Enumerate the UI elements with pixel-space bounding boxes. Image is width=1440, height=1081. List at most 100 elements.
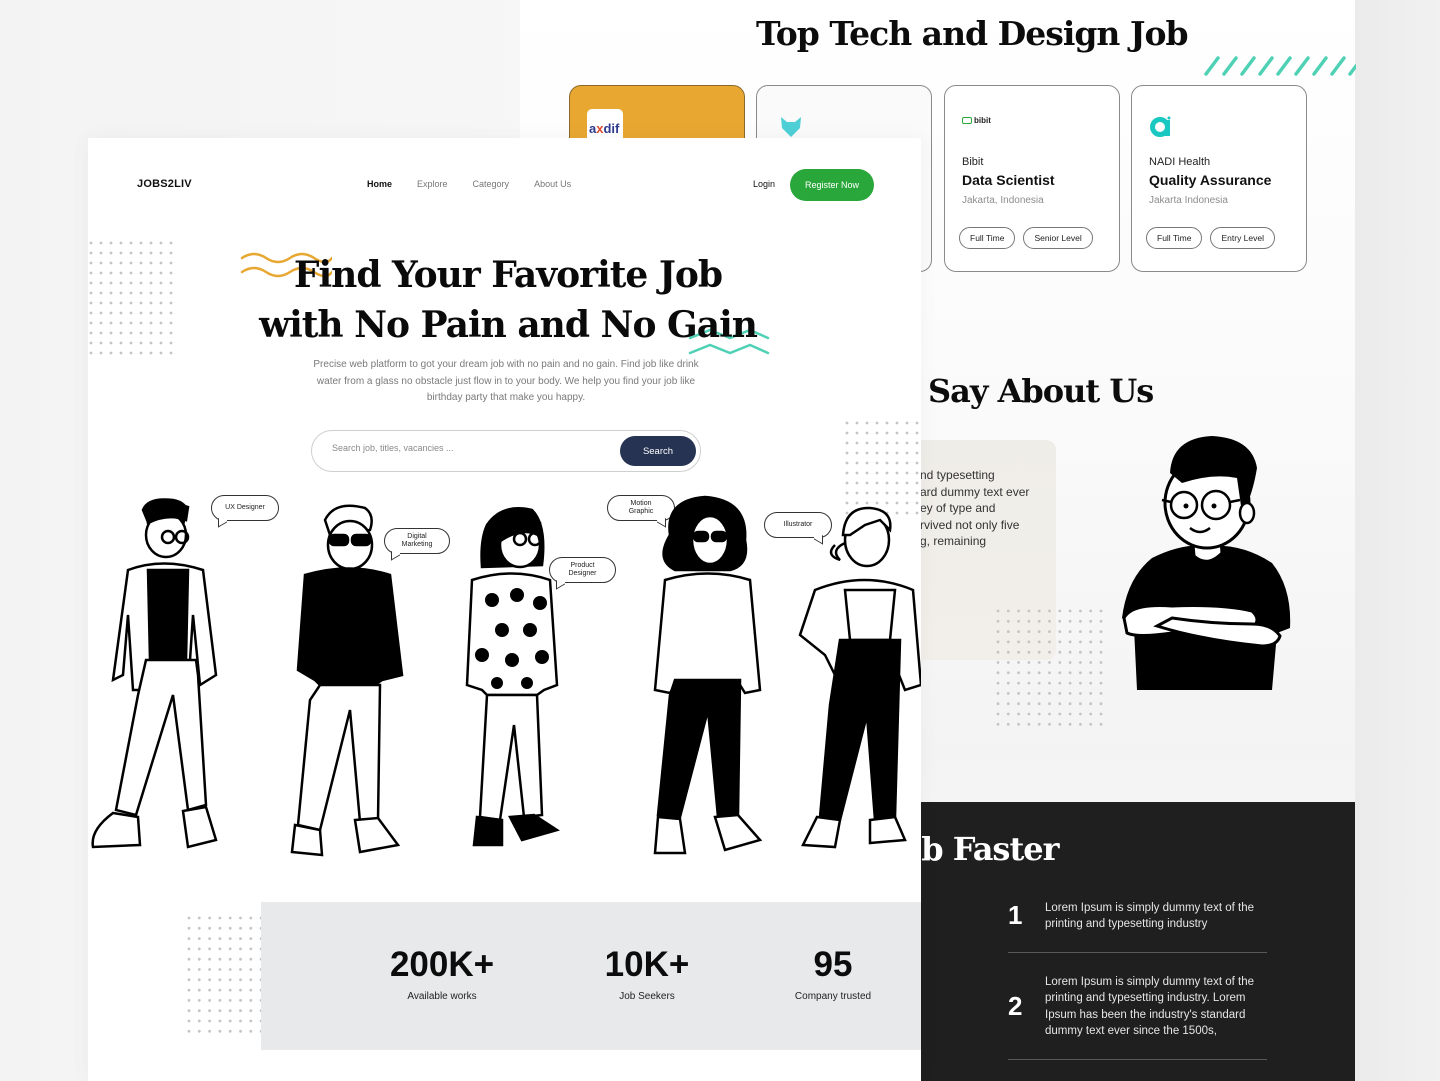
dot <box>885 461 889 465</box>
job-card-nadi-health[interactable]: NADI Health Quality Assurance Jakarta In… <box>1131 85 1307 272</box>
nav-about-us[interactable]: About Us <box>534 179 571 189</box>
dot <box>239 1029 242 1033</box>
dot <box>865 471 869 475</box>
dot <box>208 937 211 940</box>
dot <box>218 968 222 971</box>
dot <box>89 311 93 315</box>
dot <box>218 937 222 940</box>
testimonial-text: nd typesetting ard dummy text ever ey of… <box>920 468 1030 548</box>
dot <box>1099 619 1103 623</box>
dot <box>1017 650 1020 654</box>
dot <box>1099 609 1103 613</box>
dot <box>159 241 163 245</box>
dot <box>1027 692 1031 695</box>
dot <box>1068 640 1072 644</box>
dot <box>1037 619 1041 623</box>
dot <box>1027 702 1031 706</box>
nav-category[interactable]: Category <box>473 179 510 189</box>
dot <box>915 461 919 465</box>
dot <box>915 501 919 505</box>
dot <box>1006 692 1010 695</box>
dot <box>99 301 103 305</box>
dot <box>109 311 113 315</box>
nav-explore[interactable]: Explore <box>417 179 448 189</box>
dot <box>915 491 919 495</box>
job-location: Jakarta, Indonesia <box>962 195 1044 206</box>
dot <box>249 999 253 1002</box>
dot <box>239 968 242 971</box>
dot <box>1079 681 1082 685</box>
bibit-logo-text: bibit <box>974 116 991 125</box>
dot <box>885 441 889 445</box>
search-button[interactable]: Search <box>620 436 696 466</box>
dot <box>218 1029 222 1033</box>
dot <box>197 999 201 1002</box>
dot <box>149 251 153 255</box>
dot <box>996 630 1000 633</box>
dot <box>159 311 163 315</box>
dot <box>119 281 123 285</box>
register-button[interactable]: Register Now <box>790 169 874 201</box>
dot <box>905 461 909 465</box>
dot <box>1058 722 1062 726</box>
job-card-bibit[interactable]: bibit Bibit Data Scientist Jakarta, Indo… <box>944 85 1120 272</box>
dot <box>1079 692 1082 695</box>
dot <box>149 311 153 315</box>
dot <box>159 271 163 275</box>
dot <box>1058 661 1062 664</box>
dot <box>197 978 201 982</box>
dot <box>197 916 201 920</box>
dot <box>855 471 859 475</box>
dot <box>1099 650 1103 654</box>
login-link[interactable]: Login <box>753 179 775 189</box>
dot <box>99 331 103 335</box>
dot <box>169 341 173 345</box>
dot <box>228 1009 232 1013</box>
character-illustrator-illustration <box>798 506 921 849</box>
nav-home[interactable]: Home <box>367 179 392 189</box>
dot <box>1006 712 1010 716</box>
dot <box>159 321 163 325</box>
character-ux-designer-illustration <box>91 498 218 849</box>
dot <box>208 947 211 951</box>
right-backdrop <box>1355 0 1440 1081</box>
dot <box>1037 712 1041 716</box>
dot <box>1006 681 1010 685</box>
dot <box>197 1009 201 1013</box>
dot <box>119 321 123 325</box>
dot <box>865 451 869 455</box>
dot <box>208 1019 211 1023</box>
dot <box>119 301 123 305</box>
dot <box>218 1009 222 1013</box>
steps-section-title: ting Job Faster <box>920 830 1355 868</box>
job-search-input[interactable] <box>332 443 612 453</box>
dot <box>109 271 113 275</box>
dot <box>845 461 849 465</box>
dot <box>169 251 173 255</box>
dot <box>89 241 93 245</box>
dot <box>139 331 143 335</box>
dot <box>119 351 123 355</box>
job-role: Data Scientist <box>962 172 1055 188</box>
dot <box>1079 712 1082 716</box>
dot <box>119 331 123 335</box>
dot <box>208 978 211 982</box>
dot <box>1037 671 1041 675</box>
dot <box>1068 671 1072 675</box>
hero-title-line2: with No Pain and No Gain <box>259 304 758 346</box>
dot <box>89 321 93 325</box>
dot <box>895 481 899 485</box>
dot <box>149 261 153 265</box>
stat-label: Company trusted <box>794 991 872 1002</box>
dot <box>845 441 849 445</box>
dot <box>895 431 899 435</box>
dot <box>1058 671 1062 675</box>
dot <box>187 1029 191 1033</box>
dot <box>149 291 153 295</box>
dot <box>1089 722 1093 726</box>
dot <box>99 321 103 325</box>
brand-logo[interactable]: JOBS2LIV <box>137 178 192 190</box>
dot <box>99 291 103 295</box>
dot <box>1048 712 1051 716</box>
dot <box>865 461 869 465</box>
